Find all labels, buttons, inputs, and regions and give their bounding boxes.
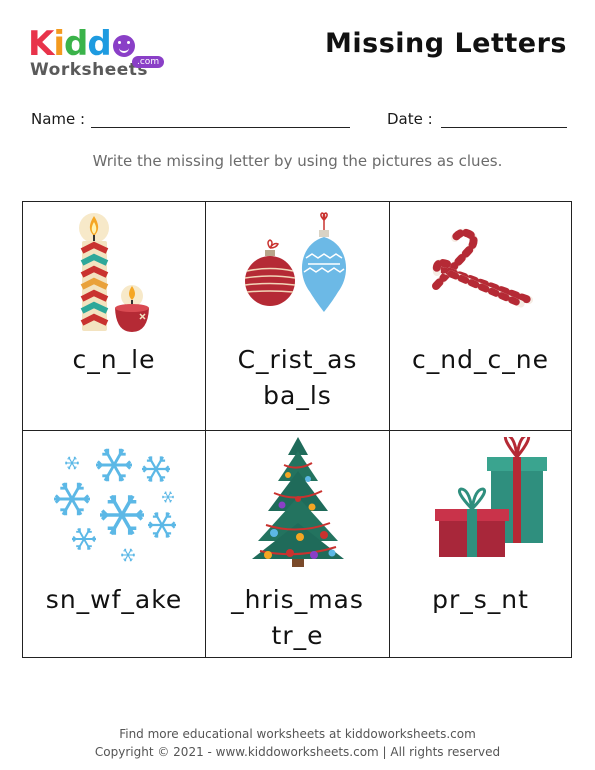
logo-wordmark: Kidd bbox=[28, 26, 135, 62]
page-title: Missing Letters bbox=[325, 28, 567, 59]
word-line-1: _hris_mas bbox=[231, 585, 364, 614]
snowflake-icon bbox=[52, 447, 178, 562]
kiddo-logo: Kidd Worksheets .com bbox=[28, 26, 178, 86]
footer-line-2: Copyright © 2021 - www.kiddoworksheets.c… bbox=[94, 745, 501, 759]
word-line-1: C_rist_as bbox=[237, 345, 358, 374]
name-label: Name : bbox=[31, 110, 86, 128]
word-line-2: ba_ls bbox=[263, 381, 332, 410]
cell-snowflake: sn_wf_ake bbox=[23, 431, 206, 657]
footer-line-1: Find more educational worksheets at kidd… bbox=[119, 727, 476, 741]
date-label: Date : bbox=[387, 110, 433, 128]
word-line-1: sn_wf_ake bbox=[45, 585, 183, 614]
smiley-icon bbox=[112, 35, 135, 57]
cell-christmas-balls: C_rist_as ba_ls bbox=[206, 202, 390, 431]
instructions: Write the missing letter by using the pi… bbox=[92, 152, 503, 170]
present-icon bbox=[434, 437, 547, 557]
name-date-row: Name : Date : bbox=[31, 110, 567, 132]
candle-icon bbox=[79, 213, 149, 332]
word-line-1: c_n_le bbox=[72, 345, 156, 374]
logo-worksheets: Worksheets bbox=[30, 60, 149, 80]
christmas-balls-icon bbox=[244, 212, 346, 312]
word-line-1: pr_s_nt bbox=[432, 585, 529, 614]
word-line-2: tr_e bbox=[271, 621, 324, 650]
cell-present: pr_s_nt bbox=[390, 431, 571, 657]
word-line-1: c_nd_c_ne bbox=[412, 345, 549, 374]
cell-candy-cane: c_nd_c_ne bbox=[390, 202, 571, 431]
cell-candle: c_n_le bbox=[23, 202, 206, 431]
cell-christmas-tree: _hris_mas tr_e bbox=[206, 431, 390, 657]
worksheet-grid: c_n_le C_rist_as ba_ls c_nd_c_ne sn_wf_a… bbox=[22, 201, 572, 658]
logo-com-badge: .com bbox=[132, 56, 165, 68]
date-field[interactable] bbox=[441, 127, 567, 128]
name-field[interactable] bbox=[91, 127, 350, 128]
christmas-tree-icon bbox=[251, 437, 344, 567]
candy-cane-icon bbox=[431, 228, 533, 308]
